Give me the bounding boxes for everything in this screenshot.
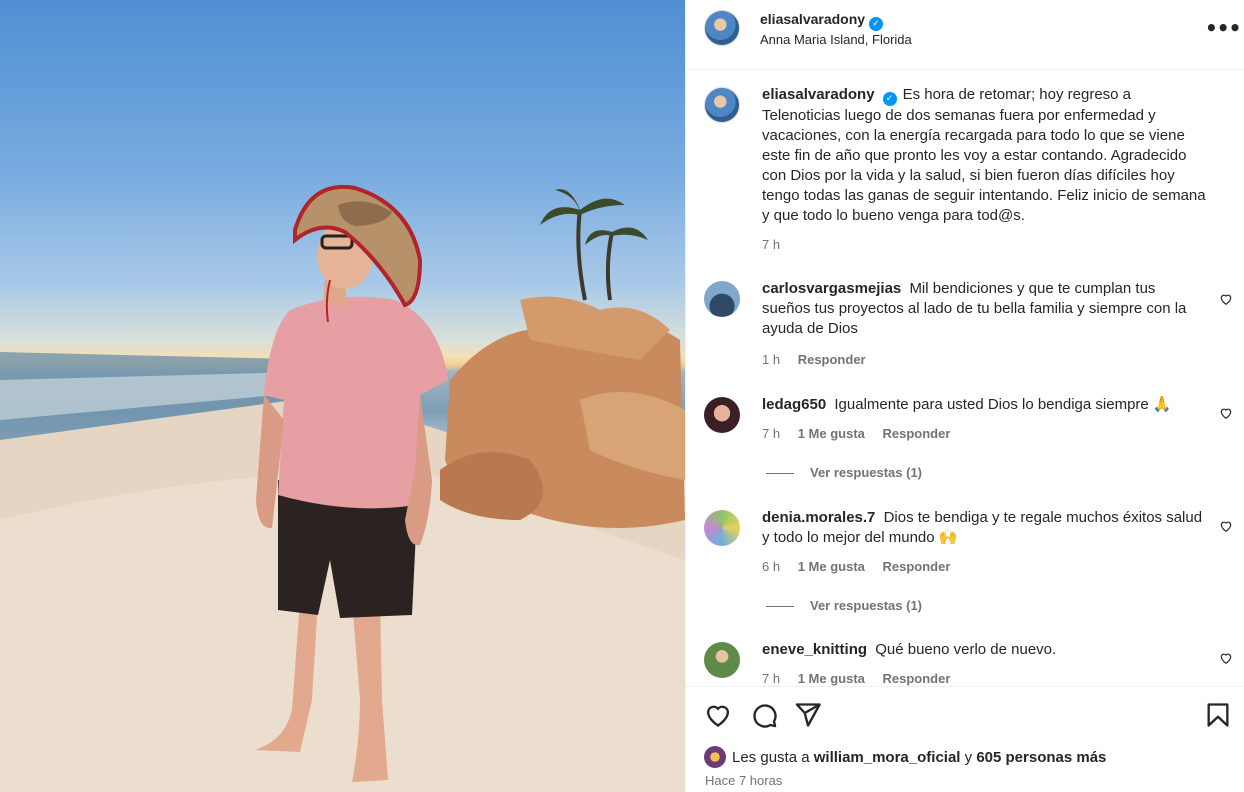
verified-badge-icon: ✓ xyxy=(869,17,884,31)
post-details-panel: eliasalvaradony ✓ Anna Maria Island, Flor… xyxy=(685,0,1244,792)
view-replies-button[interactable]: Ver respuestas (1) xyxy=(766,465,922,480)
comment-text: Igualmente para usted Dios lo bendiga si… xyxy=(834,396,1172,413)
comment-body: carlosvargasmejias Mil bendiciones y que… xyxy=(762,279,1206,339)
post-photo[interactable] xyxy=(0,0,685,792)
comment-bubble-icon[interactable] xyxy=(750,701,778,729)
comment-username[interactable]: carlosvargasmejias xyxy=(762,280,901,297)
reply-button[interactable]: Responder xyxy=(883,559,951,574)
likes-summary[interactable]: Les gusta a william_mora_oficial y 605 p… xyxy=(704,746,1106,768)
liker-username[interactable]: william_mora_oficial xyxy=(814,749,961,766)
more-options-icon[interactable]: ••• xyxy=(1205,18,1241,42)
caption-author-avatar[interactable] xyxy=(704,87,740,123)
likes-others-count[interactable]: 605 personas más xyxy=(976,749,1106,766)
view-replies-label: Ver respuestas (1) xyxy=(810,465,923,480)
comment-text: Qué bueno verlo de nuevo. xyxy=(875,641,1057,658)
comment-time[interactable]: 6 h xyxy=(762,559,780,574)
like-comment-heart-icon[interactable] xyxy=(1219,406,1233,420)
commenter-avatar[interactable] xyxy=(704,281,740,317)
caption-text: Es hora de retomar; hoy regreso a Teleno… xyxy=(762,86,1206,224)
view-replies-label: Ver respuestas (1) xyxy=(810,598,923,613)
comment-body: ledag650 Igualmente para usted Dios lo b… xyxy=(762,395,1206,415)
caption-username[interactable]: eliasalvaradony xyxy=(762,86,875,103)
comment-time[interactable]: 7 h xyxy=(762,671,780,686)
share-send-icon[interactable] xyxy=(794,701,822,729)
commenter-avatar[interactable] xyxy=(704,642,740,678)
reply-button[interactable]: Responder xyxy=(883,426,951,441)
reply-button[interactable]: Responder xyxy=(798,352,866,367)
like-comment-heart-icon[interactable] xyxy=(1219,519,1233,533)
like-heart-icon[interactable] xyxy=(704,701,732,729)
like-comment-heart-icon[interactable] xyxy=(1219,292,1233,306)
reply-button[interactable]: Responder xyxy=(883,671,951,686)
author-username[interactable]: eliasalvaradony xyxy=(760,11,865,27)
verified-badge-icon: ✓ xyxy=(882,92,897,106)
caption-body: eliasalvaradony ✓ Es hora de retomar; hoy … xyxy=(762,85,1206,226)
comment-meta: 1 h Responder xyxy=(762,352,880,367)
comment-body: eneve_knitting Qué bueno verlo de nuevo. xyxy=(762,640,1206,660)
caption-meta: 7 h xyxy=(762,237,794,252)
like-comment-heart-icon[interactable] xyxy=(1219,651,1233,665)
likes-joiner: y xyxy=(960,749,977,766)
commenter-avatar[interactable] xyxy=(704,397,740,433)
comment-likes-count[interactable]: 1 Me gusta xyxy=(798,559,865,574)
comment-username[interactable]: ledag650 xyxy=(762,396,826,413)
comment-body: denia.morales.7 Dios te bendiga y te reg… xyxy=(762,508,1206,548)
commenter-avatar[interactable] xyxy=(704,510,740,546)
liker-avatar[interactable] xyxy=(704,746,726,768)
comment-meta: 6 h 1 Me gusta Responder xyxy=(762,559,964,574)
replies-divider xyxy=(766,473,794,475)
comments-list[interactable]: eliasalvaradony ✓ Es hora de retomar; hoy … xyxy=(686,70,1244,686)
comment-username[interactable]: eneve_knitting xyxy=(762,641,867,658)
beach-scene xyxy=(0,184,685,792)
post-timestamp[interactable]: Hace 7 horas xyxy=(705,773,782,788)
comment-meta: 7 h 1 Me gusta Responder xyxy=(762,426,964,441)
post-header: eliasalvaradony ✓ Anna Maria Island, Flor… xyxy=(686,0,1244,70)
post-actions-bar xyxy=(686,686,1244,746)
comment-username[interactable]: denia.morales.7 xyxy=(762,509,875,526)
caption-time[interactable]: 7 h xyxy=(762,237,780,252)
likes-prefix: Les gusta a xyxy=(732,749,814,766)
comment-likes-count[interactable]: 1 Me gusta xyxy=(798,671,865,686)
view-replies-button[interactable]: Ver respuestas (1) xyxy=(766,598,922,613)
comment-time[interactable]: 7 h xyxy=(762,426,780,441)
comment-time[interactable]: 1 h xyxy=(762,352,780,367)
replies-divider xyxy=(766,606,794,608)
author-username-row: eliasalvaradony ✓ xyxy=(760,11,884,31)
comment-likes-count[interactable]: 1 Me gusta xyxy=(798,426,865,441)
comment-meta: 7 h 1 Me gusta Responder xyxy=(762,671,964,686)
post-location[interactable]: Anna Maria Island, Florida xyxy=(760,32,912,47)
author-avatar[interactable] xyxy=(704,10,740,46)
save-bookmark-icon[interactable] xyxy=(1204,701,1232,729)
